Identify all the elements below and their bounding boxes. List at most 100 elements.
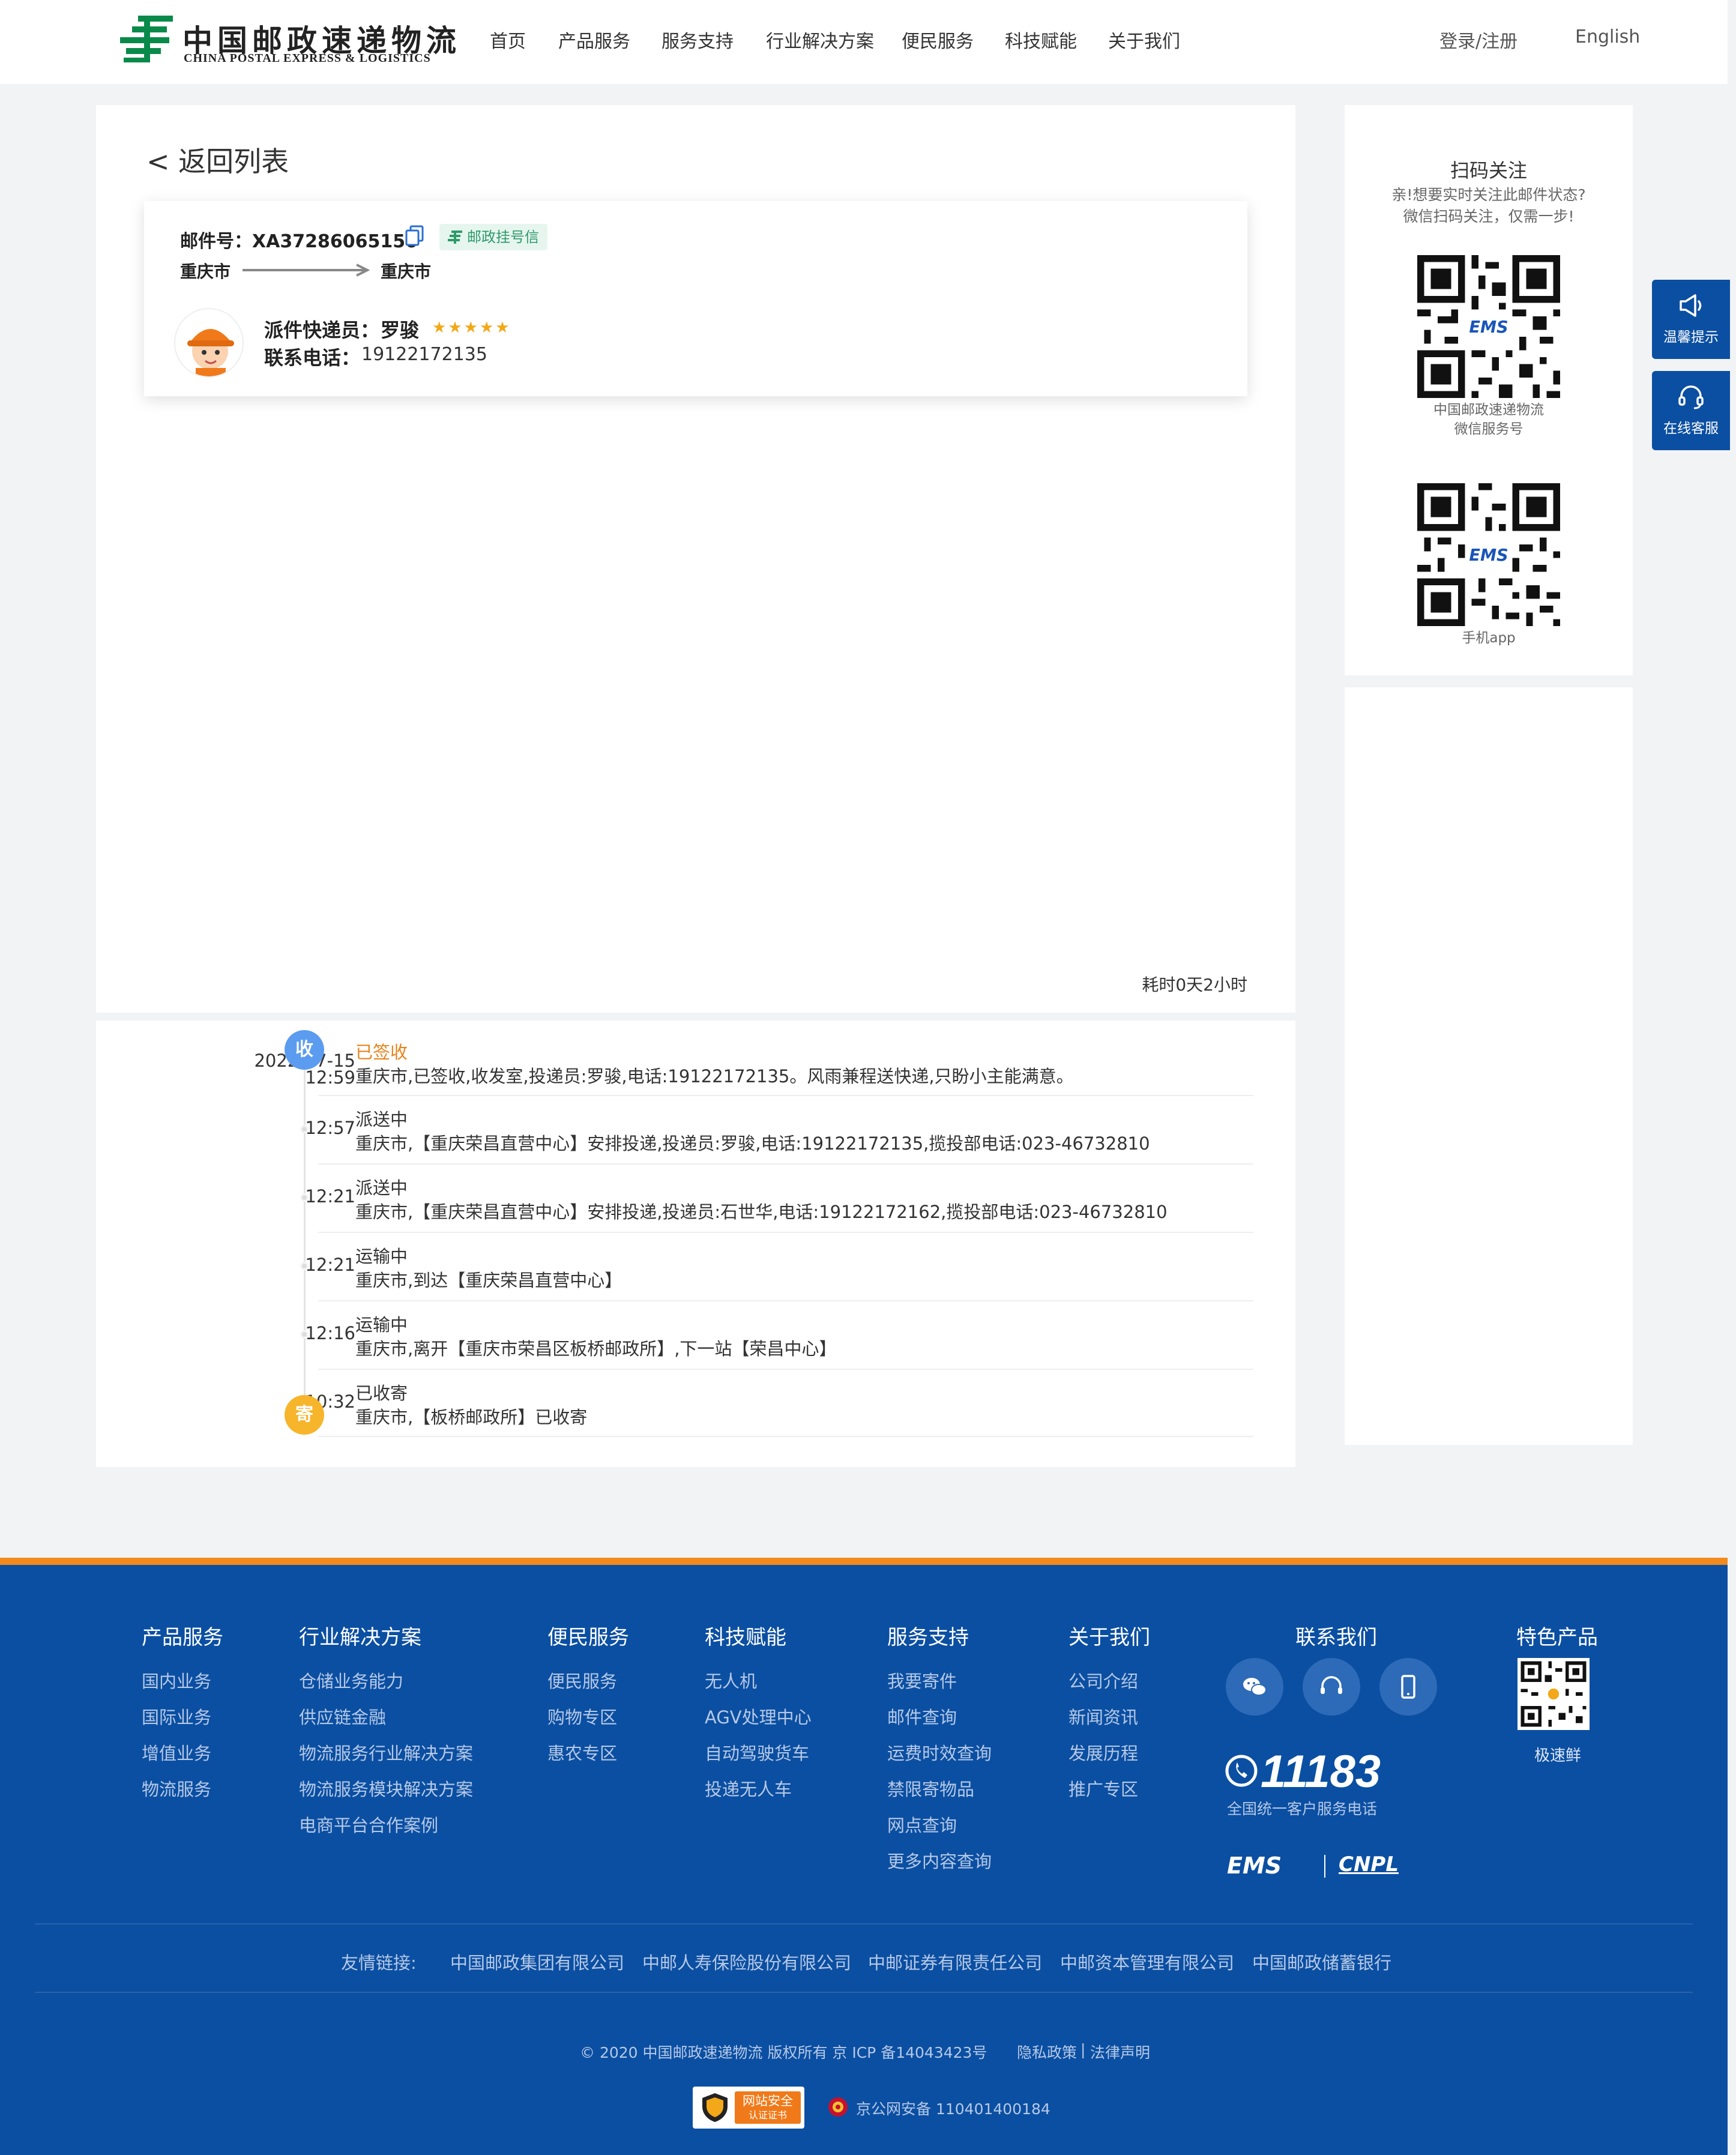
footer-link[interactable]: 电商平台合作案例 xyxy=(299,1812,438,1837)
event-status: 派送中 xyxy=(355,1109,408,1130)
footer-link[interactable]: 国内业务 xyxy=(142,1668,211,1693)
sidebar-blank-panel xyxy=(1345,687,1633,1445)
copy-separator: | xyxy=(1080,2041,1086,2058)
police-emblem-icon xyxy=(828,2097,848,2117)
phone-label: 联系电话： xyxy=(264,346,361,369)
courier-rating-stars: ★★★★★ xyxy=(432,319,511,337)
copy-icon[interactable] xyxy=(405,225,425,247)
route-arrow-icon xyxy=(243,264,370,277)
certificate-label: 网站安全 认证证书 xyxy=(735,2091,801,2124)
footer-link[interactable]: 运费时效查询 xyxy=(887,1740,992,1765)
footer-link[interactable]: 仓储业务能力 xyxy=(299,1668,403,1693)
footer-link[interactable]: 投递无人车 xyxy=(705,1776,792,1801)
footer-link[interactable]: 网点查询 xyxy=(887,1812,957,1837)
footer-link[interactable]: 发展历程 xyxy=(1068,1740,1138,1765)
footer-link[interactable]: 惠农专区 xyxy=(547,1740,617,1765)
police-record-number[interactable]: 京公网安备 110401400184 xyxy=(856,2097,1050,2119)
footer-link[interactable]: 公司介绍 xyxy=(1068,1668,1138,1693)
star-icon: ★ xyxy=(495,319,511,337)
timeline-dot xyxy=(300,1125,309,1133)
footer-special-title: 特色产品 xyxy=(1516,1626,1598,1650)
event-description: 重庆市,到达【重庆荣昌直营中心】 xyxy=(355,1270,622,1291)
wechat-qr-caption: 中国邮政速递物流 xyxy=(1433,402,1544,418)
event-description: 重庆市,离开【重庆市荣昌区板桥邮政所】,下一站【荣昌中心】 xyxy=(355,1339,837,1359)
star-icon: ★ xyxy=(463,319,480,337)
online-service-side-button[interactable]: 在线客服 xyxy=(1652,371,1730,450)
certificate-label-line: 网站安全 xyxy=(743,2094,793,2108)
transit-duration: 耗时0天2小时 xyxy=(1142,975,1247,995)
footer-link[interactable]: AGV处理中心 xyxy=(705,1704,812,1729)
footer-convenience-title: 便民服务 xyxy=(547,1626,629,1650)
nav-home[interactable]: 首页 xyxy=(490,26,526,53)
friend-link[interactable]: 中邮资本管理有限公司 xyxy=(1060,1949,1234,1974)
courier-label: 派件快递员： xyxy=(264,319,380,342)
mail-number-label: 邮件号： xyxy=(180,231,252,252)
courier-phone[interactable]: 19122172135 xyxy=(361,344,487,365)
received-node: 收 xyxy=(285,1030,324,1070)
footer-link[interactable]: 供应链金融 xyxy=(299,1704,386,1729)
wechat-qr-caption: 微信服务号 xyxy=(1454,421,1524,437)
event-status: 运输中 xyxy=(355,1246,408,1267)
footer-link[interactable]: 邮件查询 xyxy=(887,1704,957,1729)
friend-link[interactable]: 中国邮政储蓄银行 xyxy=(1252,1949,1391,1974)
back-to-list-link[interactable]: < 返回列表 xyxy=(146,140,289,179)
mobile-contact-button[interactable] xyxy=(1379,1658,1437,1716)
footer-link[interactable]: 增值业务 xyxy=(142,1740,211,1765)
footer-link[interactable]: 物流服务模块解决方案 xyxy=(299,1776,473,1801)
follow-subtitle: 亲!想要实时关注此邮件状态? xyxy=(1391,186,1586,203)
timeline-divider xyxy=(318,1369,1253,1370)
footer-link[interactable]: 新闻资讯 xyxy=(1068,1704,1138,1729)
friend-link[interactable]: 中邮证券有限责任公司 xyxy=(868,1949,1042,1974)
nav-products[interactable]: 产品服务 xyxy=(558,26,630,53)
site-footer xyxy=(0,1558,1728,2155)
star-icon: ★ xyxy=(479,319,496,337)
language-switch-link[interactable]: English xyxy=(1575,26,1640,47)
mail-number: 邮件号：XA37286065150 xyxy=(180,226,418,253)
login-register-link[interactable]: 登录/注册 xyxy=(1439,26,1517,53)
wechat-contact-button[interactable] xyxy=(1226,1658,1283,1716)
footer-link[interactable]: 自动驾驶货车 xyxy=(705,1740,809,1765)
website-security-certificate[interactable]: 网站安全 认证证书 xyxy=(693,2087,804,2129)
footer-link[interactable]: 国际业务 xyxy=(142,1704,211,1729)
footer-link[interactable]: 更多内容查询 xyxy=(887,1848,992,1873)
footer-link[interactable]: 物流服务 xyxy=(142,1776,211,1801)
china-post-logo-icon[interactable] xyxy=(120,13,175,65)
nav-support[interactable]: 服务支持 xyxy=(662,26,734,53)
footer-link[interactable]: 物流服务行业解决方案 xyxy=(299,1740,473,1765)
star-icon: ★ xyxy=(448,319,464,337)
footer-link[interactable]: 购物专区 xyxy=(547,1704,617,1729)
friend-link[interactable]: 中邮人寿保险股份有限公司 xyxy=(642,1949,851,1974)
nav-technology[interactable]: 科技赋能 xyxy=(1005,26,1077,53)
event-time: 10:32 xyxy=(305,1391,355,1412)
brand-divider xyxy=(1324,1855,1325,1878)
friend-links-label: 友情链接: xyxy=(341,1953,417,1973)
hotline-number: 11183 xyxy=(1261,1746,1381,1797)
mobile-phone-icon xyxy=(1401,1675,1415,1699)
mail-summary-card: 邮件号：XA37286065150 邮政挂号信 重庆市 重庆市 派件快递员： 罗… xyxy=(144,201,1247,396)
timeline-dot xyxy=(300,1262,309,1270)
footer-technology-title: 科技赋能 xyxy=(705,1626,786,1650)
friend-link[interactable]: 中国邮政集团有限公司 xyxy=(450,1949,624,1974)
footer-link[interactable]: 推广专区 xyxy=(1068,1776,1138,1801)
timeline-divider xyxy=(318,1300,1253,1301)
destination-city: 重庆市 xyxy=(381,262,432,282)
customer-service-contact-button[interactable] xyxy=(1303,1658,1360,1716)
tips-side-button[interactable]: 温馨提示 xyxy=(1652,280,1730,359)
special-product-caption[interactable]: 极速鲜 xyxy=(1534,1743,1581,1765)
nav-convenience[interactable]: 便民服务 xyxy=(902,26,974,53)
footer-link[interactable]: 禁限寄物品 xyxy=(887,1776,974,1801)
nav-about[interactable]: 关于我们 xyxy=(1108,26,1180,53)
footer-link[interactable]: 便民服务 xyxy=(547,1668,617,1693)
footer-link[interactable]: 我要寄件 xyxy=(887,1668,957,1693)
timeline-dot xyxy=(300,1330,309,1339)
privacy-policy-link[interactable]: 隐私政策 xyxy=(1017,2041,1077,2063)
legal-notice-link[interactable]: 法律声明 xyxy=(1090,2041,1150,2063)
timeline-divider xyxy=(318,1163,1253,1165)
tracking-timeline: 2022-07-15 12:59 收 已签收 重庆市,已签收,收发室,投递员:罗… xyxy=(96,1020,1295,1467)
footer-link[interactable]: 无人机 xyxy=(705,1668,757,1693)
origin-city: 重庆市 xyxy=(180,262,231,282)
logo-english-name[interactable]: CHINA POSTAL EXPRESS & LOGISTICS xyxy=(184,52,431,65)
footer-about-title: 关于我们 xyxy=(1068,1626,1150,1650)
phone-handset-icon xyxy=(1225,1755,1258,1787)
nav-solutions[interactable]: 行业解决方案 xyxy=(766,26,874,53)
